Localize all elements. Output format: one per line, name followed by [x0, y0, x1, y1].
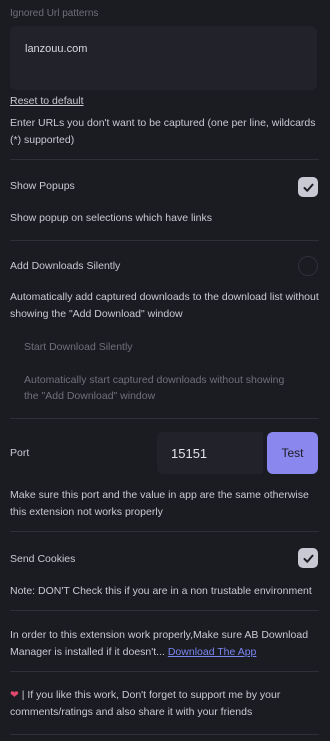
start-download-silently-label[interactable]: Start Download Silently — [24, 341, 133, 353]
add-downloads-silently-label: Add Downloads Silently — [10, 260, 121, 272]
port-help: Make sure this port and the value in app… — [10, 489, 309, 518]
add-downloads-silently-checkbox[interactable] — [298, 256, 318, 276]
divider — [10, 240, 319, 241]
port-value: 15151 — [171, 446, 208, 461]
show-popups-help: Show popup on selections which have link… — [10, 212, 212, 224]
port-label: Port — [10, 447, 30, 459]
heart-icon: ❤ — [10, 689, 19, 701]
checkmark-icon — [302, 183, 314, 192]
install-info: In order to this extension work properly… — [10, 627, 322, 661]
download-app-link[interactable]: Download The App — [168, 646, 257, 658]
install-info-text: In order to this extension work properly… — [10, 629, 309, 658]
test-button[interactable]: Test — [267, 432, 318, 474]
send-cookies-label: Send Cookies — [10, 553, 76, 565]
send-cookies-note: Note: DON'T Check this if you are in a n… — [10, 585, 312, 597]
start-download-silently-help: Automatically start captured downloads w… — [24, 374, 285, 402]
show-popups-checkbox[interactable] — [298, 177, 318, 197]
show-popups-label: Show Popups — [10, 180, 75, 192]
divider — [10, 734, 319, 735]
support-message: ❤ | If you like this work, Don't forget … — [10, 687, 322, 721]
ignored-url-value: lanzouu.com — [25, 43, 88, 55]
ignored-url-textarea[interactable]: lanzouu.com — [10, 26, 317, 90]
divider — [10, 610, 319, 611]
ignored-url-help: Enter URLs you don't want to be captured… — [10, 117, 316, 146]
add-downloads-silently-help: Automatically add captured downloads to … — [10, 291, 319, 320]
reset-to-default-link[interactable]: Reset to default — [10, 95, 84, 107]
divider — [10, 671, 319, 672]
divider — [10, 418, 319, 419]
send-cookies-checkbox[interactable] — [298, 548, 318, 568]
ignored-url-label: Ignored Url patterns — [10, 8, 99, 19]
divider — [10, 531, 319, 532]
port-input[interactable]: 15151 — [157, 432, 263, 474]
support-text: | If you like this work, Don't forget to… — [10, 689, 281, 718]
checkmark-icon — [302, 554, 314, 563]
divider — [10, 159, 319, 160]
